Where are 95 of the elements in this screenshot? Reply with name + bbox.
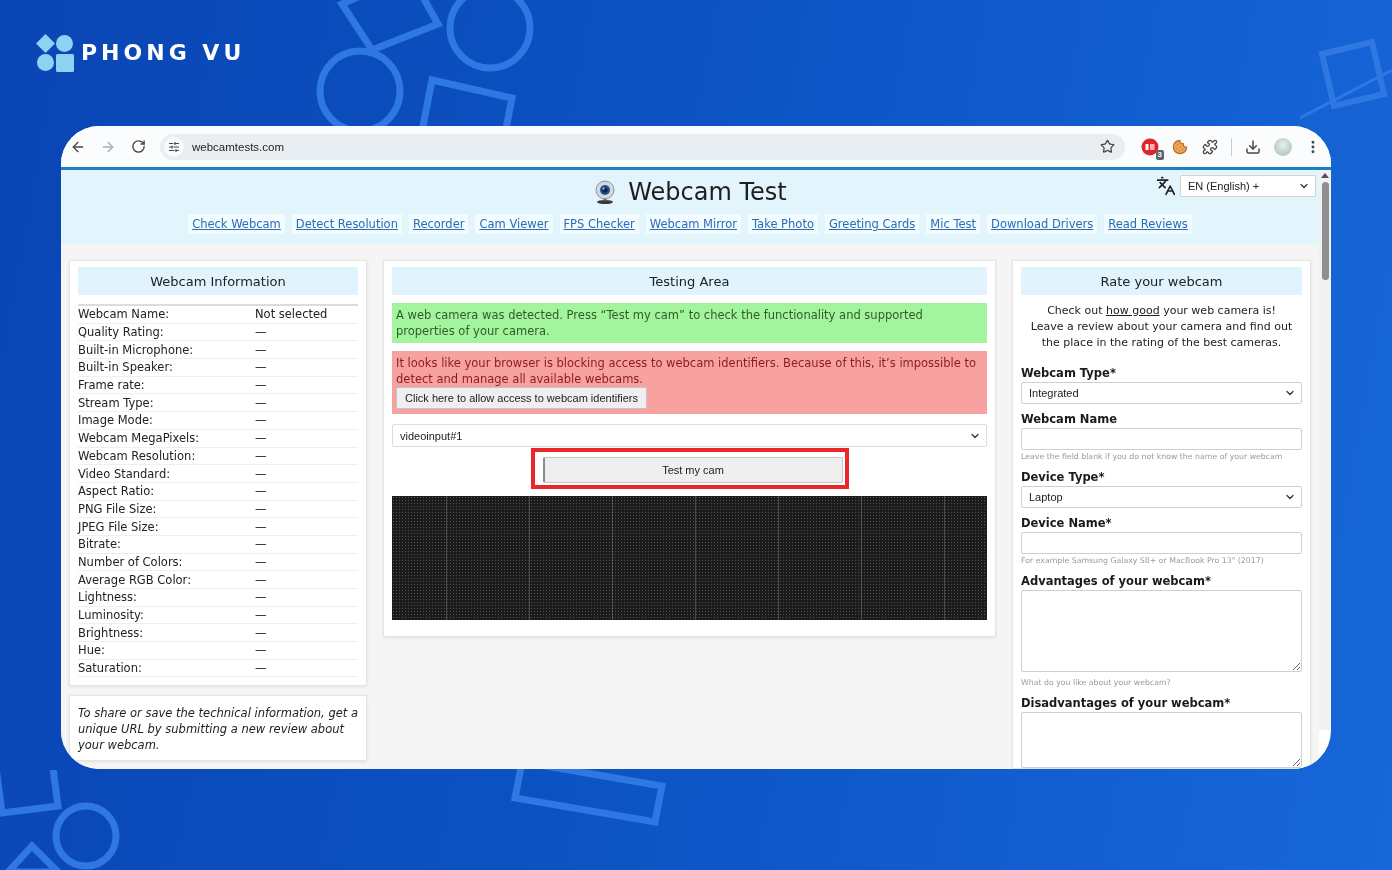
text-field[interactable] [1021,428,1302,450]
row-value: — [255,608,268,623]
row-label: Webcam Name: [78,307,171,322]
panel-title: Rate your webcam [1021,267,1302,295]
row-label: Brightness: [78,625,145,640]
panel-title: Testing Area [392,267,987,295]
row-value: — [255,501,268,516]
row-label: Bitrate: [78,537,122,552]
nav-link[interactable]: Take Photo [747,214,818,234]
note-text: To share or save the technical information, get a unique URL by submitting a new review about your webcam. [78,705,358,754]
row-label: Luminosity: [78,608,145,623]
badge-count: 3 [1155,149,1164,160]
row-label: Saturation: [78,661,143,676]
language-select[interactable]: EN (English) + [1180,175,1316,197]
field-label: Advantages of your webcam* [1021,574,1213,588]
field-label: Device Type* [1021,470,1106,484]
field-label: Webcam Type* [1021,366,1117,380]
puzzle-icon[interactable] [1202,138,1218,155]
row-value: — [255,448,268,463]
cookie-icon[interactable] [1172,138,1188,155]
how-good-link[interactable]: how good [1106,304,1160,317]
scrollbar[interactable] [1319,170,1331,730]
panel-title: Webcam Information [78,267,358,295]
row-label: JPEG File Size: [78,519,160,534]
row-label: Number of Colors: [78,554,184,569]
nav-link[interactable]: Cam Viewer [475,214,553,234]
row-value: Not selected [255,307,329,322]
address-bar[interactable]: webcamtests.com [160,133,1125,160]
row-value: — [255,625,268,640]
textarea-field[interactable] [1021,590,1302,672]
textarea-field[interactable] [1021,712,1302,768]
row-value: — [255,342,268,357]
page-title: Webcam Test [628,177,787,207]
alert-message: It looks like your browser is blocking access to webcam identifiers. Because of this, it’s impossible to detect and manage all available webcams. [396,355,978,387]
row-label: Average RGB Color: [78,572,193,587]
allow-access-button[interactable]: Click here to allow access to webcam identifiers [396,387,647,409]
row-value: — [255,413,268,428]
field-label: Disadvantages of your webcam* [1021,696,1232,710]
row-value: — [255,325,268,340]
nav-link[interactable]: Greeting Cards [824,214,920,234]
row-value: — [255,360,268,375]
nav-link[interactable]: FPS Checker [559,214,639,234]
nav-link[interactable]: Read Reviews [1104,214,1192,234]
row-value: — [255,554,268,569]
field-label: Webcam Name [1021,412,1119,426]
row-label: Webcam Resolution: [78,448,197,463]
row-label: Stream Type: [78,395,155,410]
nav-link[interactable]: Recorder [408,214,469,234]
nav-link[interactable]: Detect Resolution [291,214,402,234]
row-label: Frame rate: [78,378,146,393]
row-label: Aspect Ratio: [78,484,156,499]
star-icon[interactable] [1100,139,1115,154]
alert-message: A web camera was detected. Press “Test my cam” to check the functionality and supported properties of your camera. [396,307,924,339]
row-value: — [255,537,268,552]
row-label: Image Mode: [78,413,154,428]
nav-link[interactable]: Mic Test [926,214,981,234]
row-value: — [255,590,268,605]
nav-link[interactable]: Webcam Mirror [645,214,741,234]
row-value: — [255,572,268,587]
row-label: PNG File Size: [78,501,158,516]
row-label: Webcam MegaPixels: [78,431,201,446]
nav-link[interactable]: Check Webcam [188,214,285,234]
select-field[interactable]: Laptop [1021,486,1302,508]
translate-icon [1156,176,1176,196]
row-label: Built-in Speaker: [78,360,174,375]
test-button[interactable]: Test my cam [542,457,843,483]
extension-icon[interactable] [1141,137,1159,156]
download-icon[interactable] [1245,138,1261,155]
nav-link[interactable]: Download Drivers [987,214,1098,234]
field-label: Device Name* [1021,516,1113,530]
row-label: Built-in Microphone: [78,342,195,357]
scroll-up-arrow-icon[interactable] [1321,173,1329,178]
row-value: — [255,431,268,446]
row-value: — [255,378,268,393]
row-label: Video Standard: [78,466,172,481]
row-value: — [255,466,268,481]
device-select[interactable]: videoinput#1 [392,424,987,447]
url-text: webcamtests.com [192,140,286,153]
row-value: — [255,661,268,676]
scrollbar-thumb[interactable] [1321,182,1329,280]
row-value: — [255,519,268,534]
brand-name: PHONG VU [81,40,246,66]
row-label: Lightness: [78,590,138,605]
row-value: — [255,484,268,499]
site-settings-icon[interactable] [164,136,184,157]
reload-icon[interactable] [130,139,146,154]
logo-icon [36,34,74,72]
text-field[interactable] [1021,532,1302,554]
row-value: — [255,395,268,410]
select-field[interactable]: Integrated [1021,382,1302,404]
row-label: Hue: [78,643,106,658]
row-value: — [255,643,268,658]
intro-text: Check out how good your web camera is! Leave a review about your camera and find out the place in the rating of the best cameras. [1029,303,1294,351]
webcam-icon [593,180,618,204]
row-label: Quality Rating: [78,325,165,340]
